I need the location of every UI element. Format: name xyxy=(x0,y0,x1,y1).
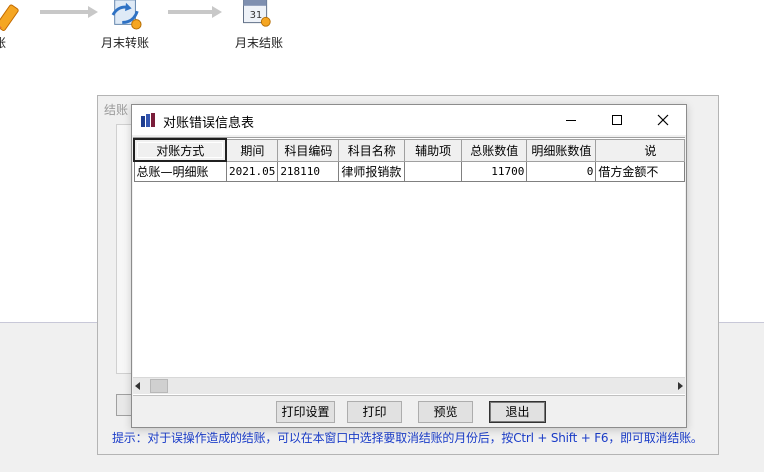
column-header[interactable]: 总账数值 xyxy=(461,138,528,162)
flow-label-closing[interactable]: 账 xyxy=(0,34,6,51)
error-grid[interactable]: 对账方式 期间 科目编码 科目名称 辅助项 总账数值 明细账数值 说 总账—明细… xyxy=(133,137,685,395)
scroll-thumb[interactable] xyxy=(150,379,168,393)
closing-dialog-title: 结账 xyxy=(104,103,129,117)
minimize-icon xyxy=(566,120,576,121)
scroll-left-icon[interactable] xyxy=(135,382,140,390)
scroll-right-icon[interactable] xyxy=(678,382,683,390)
books-icon xyxy=(141,113,155,127)
flow-label-month-end-closing[interactable]: 月末结账 xyxy=(235,34,283,51)
hint-text: 提示：对于误操作造成的结账，可以在本窗口中选择要取消结账的月份后，按Ctrl +… xyxy=(112,431,703,445)
table-cell[interactable]: 218110 xyxy=(277,160,340,182)
preview-button[interactable]: 预览 xyxy=(418,401,473,423)
window-title: 对账错误信息表 xyxy=(163,116,255,131)
flow-arrow-2 xyxy=(168,6,222,18)
column-header[interactable]: 科目名称 xyxy=(338,138,406,162)
column-header[interactable]: 期间 xyxy=(225,138,279,162)
column-header[interactable]: 辅助项 xyxy=(404,138,463,162)
calendar-icon[interactable]: 31 xyxy=(238,0,274,28)
title-bar[interactable]: 对账错误信息表 xyxy=(132,105,686,135)
column-header[interactable]: 明细账数值 xyxy=(526,138,597,162)
button-bar: 打印设置 打印 预览 退出 xyxy=(133,395,685,427)
table-cell[interactable]: 总账—明细账 xyxy=(133,160,227,182)
close-button[interactable] xyxy=(640,105,686,135)
column-header[interactable]: 对账方式 xyxy=(133,138,228,162)
svg-text:31: 31 xyxy=(250,10,262,21)
table-header-row: 对账方式 期间 科目编码 科目名称 辅助项 总账数值 明细账数值 说 xyxy=(133,138,685,162)
table-cell[interactable]: 0 xyxy=(526,160,597,182)
pencil-icon[interactable] xyxy=(0,2,24,34)
transfer-doc-icon[interactable] xyxy=(108,0,144,30)
table-cell[interactable]: 借方金额不 xyxy=(595,160,685,182)
flow-arrow-1 xyxy=(40,6,98,18)
horizontal-scrollbar[interactable] xyxy=(133,377,685,394)
minimize-button[interactable] xyxy=(548,105,594,135)
maximize-button[interactable] xyxy=(594,105,640,135)
table-cell[interactable] xyxy=(404,160,463,182)
reconciliation-error-window: 对账错误信息表 对账方式 期间 科目编码 科目名称 辅助项 总账数值 明细账数值… xyxy=(131,104,687,428)
column-header[interactable]: 说 xyxy=(595,138,685,162)
close-icon xyxy=(657,114,669,126)
error-table: 对账方式 期间 科目编码 科目名称 辅助项 总账数值 明细账数值 说 总账—明细… xyxy=(133,138,685,182)
table-row[interactable]: 总账—明细账 2021.05 218110 律师报销款 11700 0 借方金额… xyxy=(133,160,685,182)
print-setup-button[interactable]: 打印设置 xyxy=(276,401,335,423)
table-cell[interactable]: 2021.05 xyxy=(225,160,279,182)
table-cell[interactable]: 11700 xyxy=(461,160,528,182)
exit-button[interactable]: 退出 xyxy=(489,401,546,423)
maximize-icon xyxy=(612,115,622,125)
table-cell[interactable]: 律师报销款 xyxy=(338,160,406,182)
print-button[interactable]: 打印 xyxy=(347,401,402,423)
flow-label-transfer[interactable]: 月末转账 xyxy=(101,34,149,51)
column-header[interactable]: 科目编码 xyxy=(277,138,340,162)
